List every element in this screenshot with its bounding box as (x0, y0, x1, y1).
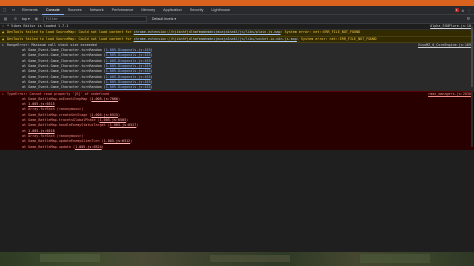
tab-network[interactable]: Network (86, 6, 108, 15)
stack-frame-text: at Game_BattleMap.updateEnemyAlienTurn ( (22, 139, 104, 144)
console-message-error: ▸ TypeError: Cannot read property '[0]' … (0, 90, 474, 152)
stack-frame-link[interactable]: 1.005.js:6515 (28, 102, 55, 106)
message-text: TypeError: Cannot read property '[0]' of… (7, 91, 110, 96)
stack-frame-text: at Game_Event.Game_Character.turnRandom … (22, 85, 106, 90)
stack-frame-text: at Game_Event.Game_Character.turnRandom … (22, 64, 106, 69)
filter-input[interactable]: Filter (42, 16, 147, 22)
warning-icon: ▲ (2, 36, 5, 41)
stack-frame-link[interactable]: 1.005-Diagonals.js:455 (106, 64, 151, 68)
console-message-group: ▸ RangeError: Maximum call stack size ex… (0, 42, 474, 91)
tab-performance[interactable]: Performance (108, 6, 138, 15)
stack-frame-text: at Game_BattleMap.update ( (22, 144, 76, 149)
context-label: top (22, 17, 27, 21)
message-text: DevTools failed to load SourceMap: Could… (7, 30, 134, 35)
stack-frame-link[interactable]: 1.005-Diagonals.js:455 (106, 85, 151, 89)
stack-frame-link[interactable]: 1.005.js:6505 (100, 118, 127, 122)
warning-icon: ▲ (2, 30, 5, 35)
error-count-badge[interactable]: 1 (454, 8, 459, 12)
message-text: DevTools failed to load SourceMap: Could… (7, 36, 134, 41)
tab-sources[interactable]: Sources (64, 6, 86, 15)
stack-frame-link[interactable]: 1.005-Diagonals.js:455 (106, 48, 151, 52)
message-text: * Vibes Editor is loaded 1.7.1 (7, 24, 69, 28)
stack-frame-link[interactable]: 1.005.js:6527 (110, 123, 137, 127)
tab-elements[interactable]: Elements (18, 6, 42, 15)
stack-frame-text: at Game_Event.Game_Character.turnRandom … (22, 69, 106, 74)
stack-frame-text: at Game_Event.Game_Character.turnRandom … (22, 79, 106, 84)
tab-console[interactable]: Console (41, 6, 64, 15)
background-blur (40, 254, 100, 262)
stack-frame-link[interactable]: 1.005.js:7066 (91, 97, 118, 101)
stack-frame: at Game_Event.Game_Character.turnRandom … (22, 85, 153, 90)
tab-memory[interactable]: Memory (137, 6, 159, 15)
info-icon: › (2, 24, 5, 28)
source-link[interactable]: Alpha_SSNPlore.js:10 (430, 24, 471, 29)
inspect-element-icon[interactable]: ⬚ (0, 6, 9, 15)
message-text: : System error: net::ERR_FILE_NOT_FOUND (296, 36, 377, 41)
tab-lighthouse[interactable]: Lighthouse (207, 6, 234, 15)
stack-frame-link[interactable]: 1.005.js:6524 (75, 145, 102, 149)
stack-frame-link[interactable]: 1.005-Diagonals.js:455 (106, 80, 151, 84)
sourcemap-link[interactable]: chrome-extension://hjiknhfjdlhmfmmmhmdei… (134, 30, 281, 34)
stack-frame-link[interactable]: 1.005-Diagonals.js:455 (106, 75, 151, 79)
chevron-down-icon: ▾ (28, 17, 30, 21)
tab-bar-actions: 1 ⚙ ⋮ (454, 8, 474, 13)
stack-frame-text: at Array.forEach (<anonymous>) (22, 133, 84, 138)
device-toolbar-icon[interactable]: ▭ (9, 6, 18, 15)
stack-frame-text: at Game_Event.Game_Character.turnRandom … (22, 53, 106, 58)
eye-icon[interactable]: ◉ (33, 16, 40, 23)
tab-security[interactable]: Security (186, 6, 208, 15)
stack-frame-text: at Game_BattleMap.handleEnemyStatusTarge… (22, 123, 110, 128)
console-empty-area (0, 150, 474, 266)
sidebar-toggle-icon[interactable]: ▤ (2, 16, 9, 23)
stack-frame-text: at Game_BattleMap.createSetStage ( (22, 112, 92, 117)
stack-frame-text: at Array.forEach (<anonymous>) (22, 107, 84, 112)
stack-frame-link[interactable]: 1.005.js:6518 (28, 129, 55, 133)
game-window-background (0, 252, 474, 266)
scrollbar-thumb[interactable] (471, 27, 473, 87)
stack-frame-text: at Game_Event.Game_Character.turnRandom … (22, 74, 106, 79)
message-text: RangeError: Maximum call stack size exce… (7, 42, 97, 47)
more-options-icon[interactable]: ⋮ (467, 8, 471, 13)
console-messages: › * Vibes Editor is loaded 1.7.1 Alpha_S… (0, 24, 474, 157)
stack-frame-text: at Game_BattleMap.onEventStepMap ( (22, 96, 92, 101)
stack-frame-link[interactable]: 1.005-Diagonals.js:455 (106, 69, 151, 73)
sourcemap-link[interactable]: chrome-extension://hjiknhfjdlhmfmmmhmdei… (134, 37, 297, 41)
devtools-tab-bar: ⬚ ▭ Elements Console Sources Network Per… (0, 6, 474, 15)
stack-frame-text: at Game_BattleMap.tracetsGlobalPhase ( (22, 118, 100, 123)
log-levels-dropdown[interactable]: Default levels ▾ (152, 17, 176, 21)
log-levels-label: Default levels (151, 17, 174, 21)
context-selector[interactable]: top ▾ (22, 17, 30, 21)
stack-frame-link[interactable]: 1.005.js:6515 (91, 113, 118, 117)
stack-frame-text: at Game_Event.Game_Character.turnRandom … (22, 58, 106, 63)
filter-placeholder: Filter (45, 17, 59, 21)
background-blur (360, 254, 430, 263)
background-blur (210, 255, 290, 262)
message-text: : System error: net::ERR_FILE_NOT_FOUND (280, 30, 361, 35)
stack-frame-link[interactable]: 1.005-Diagonals.js:455 (106, 53, 151, 57)
stack-frame-link[interactable]: 1.005.js:6512 (104, 139, 131, 143)
console-toolbar: ▤ ⊘ top ▾ ◉ Filter Default levels ▾ ⚙ (0, 15, 474, 24)
console-scrollbar[interactable] (471, 25, 473, 147)
console-settings-icon[interactable]: ⚙ (467, 16, 470, 22)
tab-application[interactable]: Application (159, 6, 186, 15)
clear-console-icon[interactable]: ⊘ (12, 16, 19, 23)
stack-frame-link[interactable]: 1.005-Diagonals.js:455 (106, 59, 151, 63)
stack-frame-text: at Game_Event.Game_Character.turnRandom … (22, 48, 106, 53)
settings-gear-icon[interactable]: ⚙ (462, 8, 464, 13)
chevron-down-icon: ▾ (174, 17, 177, 21)
